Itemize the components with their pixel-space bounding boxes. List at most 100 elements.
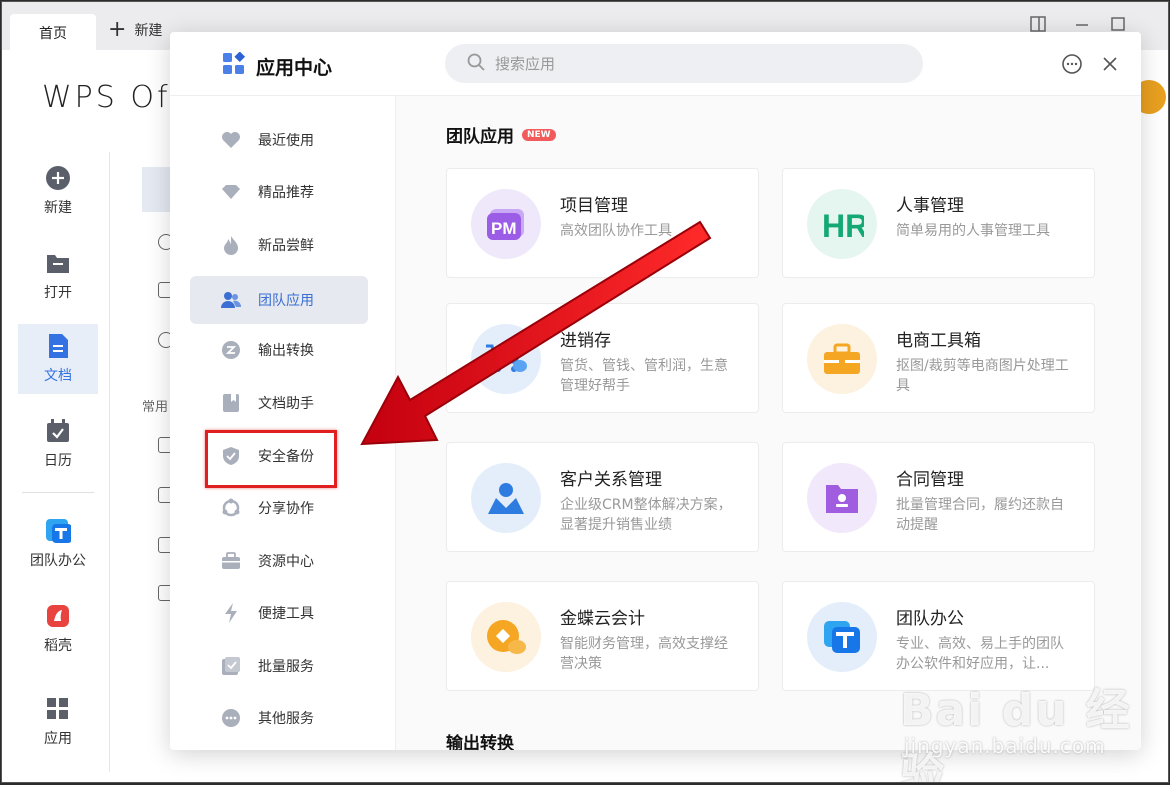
tab-new[interactable]: + 新建	[108, 17, 163, 42]
search-input[interactable]	[495, 54, 895, 73]
flame-icon	[220, 234, 242, 256]
app-name: 客户关系管理	[560, 470, 662, 490]
sidebar-item-label: 资源中心	[258, 554, 314, 570]
sidebar-item-label: 分享协作	[258, 501, 314, 517]
plus-circle-icon	[45, 165, 71, 191]
docer-icon	[45, 603, 71, 629]
nav-item-label: 日历	[44, 453, 72, 469]
folder-icon	[45, 250, 71, 276]
app-card-inventory[interactable]: 进销存 管货、管钱、管利润，生意管理好帮手	[446, 303, 759, 413]
section-title-text: 输出转换	[446, 734, 514, 750]
toolbox-icon	[807, 324, 877, 394]
watermark-logo: Bai du 经验	[900, 685, 1132, 783]
sidebar-item-resources[interactable]: 资源中心	[190, 537, 368, 585]
briefcase-icon	[220, 550, 242, 572]
app-name: 团队办公	[896, 609, 964, 629]
sidebar-item-share[interactable]: 分享协作	[190, 484, 368, 532]
nav-item-calendar[interactable]: 日历	[18, 409, 98, 479]
more-icon	[220, 707, 242, 729]
sidebar-item-batch[interactable]: 批量服务	[190, 642, 368, 690]
crm-icon	[471, 463, 541, 533]
app-card-crm[interactable]: 客户关系管理 企业级CRM整体解决方案，显著提升销售业绩	[446, 442, 759, 552]
app-name: 电商工具箱	[896, 331, 981, 351]
plus-icon: +	[108, 17, 127, 42]
sidebar-item-new-products[interactable]: 新品尝鲜	[190, 221, 368, 269]
nav-item-docer[interactable]: 稻壳	[18, 594, 98, 664]
sidebar-item-team-apps[interactable]: 团队应用	[190, 276, 368, 324]
nav-item-label: 文档	[44, 368, 72, 384]
sidebar-item-label: 便捷工具	[258, 606, 314, 622]
left-nav: 新建 打开 文档 日历 团队办公 稻壳 应用	[2, 152, 110, 772]
dialog-header: 应用中心	[170, 32, 1141, 96]
app-desc: 抠图/裁剪等电商图片处理工具	[896, 358, 1069, 394]
app-card-contract[interactable]: 合同管理 批量管理合同，履约还款自动提醒	[782, 442, 1095, 552]
doc-sub-nav: 常用	[110, 152, 174, 772]
nav-item-apps[interactable]: 应用	[18, 687, 98, 757]
app-desc: 管货、管钱、管利润，生意管理好帮手	[560, 358, 728, 394]
app-desc: 智能财务管理，高效支撑经营决策	[560, 636, 728, 672]
lightning-icon	[220, 602, 242, 624]
wps-window: 首页 + 新建 WPS Off 新建 打开 文档 日历 团队办公 稻壳 应用 常…	[1, 1, 1169, 783]
apps-grid-icon	[45, 696, 71, 722]
sidebar-item-other[interactable]: 其他服务	[190, 694, 368, 742]
section-convert: 输出转换	[446, 729, 514, 750]
new-badge: NEW	[522, 128, 556, 141]
sidebar-item-label: 精品推荐	[258, 185, 314, 201]
app-center-icon	[222, 51, 246, 81]
sidebar-item-doc-helper[interactable]: 文档助手	[190, 379, 368, 427]
app-desc: 简单易用的人事管理工具	[896, 223, 1050, 239]
pm-icon: PM	[471, 189, 541, 259]
sidebar-item-featured[interactable]: 精品推荐	[190, 168, 368, 216]
contract-icon	[807, 463, 877, 533]
svg-text:PM: PM	[491, 219, 517, 238]
app-card-kingdee[interactable]: 金蝶云会计 智能财务管理，高效支撑经营决策	[446, 581, 759, 691]
nav-divider	[22, 492, 94, 493]
nav-item-open[interactable]: 打开	[18, 241, 98, 311]
app-card-project[interactable]: PM 项目管理 高效团队协作工具	[446, 168, 759, 278]
heart-icon	[220, 129, 242, 151]
feedback-icon[interactable]	[1060, 52, 1084, 76]
sidebar-item-convert[interactable]: 输出转换	[190, 326, 368, 374]
convert-icon	[220, 339, 242, 361]
sidebar-item-recent[interactable]: 最近使用	[190, 116, 368, 164]
close-icon[interactable]	[1098, 52, 1122, 76]
highlight-box	[205, 430, 337, 488]
app-desc: 高效团队协作工具	[560, 223, 672, 239]
tab-new-label: 新建	[134, 23, 163, 39]
watermark-url: jingyan.baidu.com	[904, 734, 1106, 758]
app-name: 进销存	[560, 331, 611, 351]
app-desc: 专业、高效、易上手的团队办公软件和好应用，让...	[896, 636, 1064, 672]
app-name: 合同管理	[896, 470, 964, 490]
sidebar-item-label: 最近使用	[258, 133, 314, 149]
tab-home[interactable]: 首页	[10, 14, 96, 51]
team-icon	[220, 289, 242, 311]
app-card-ecommerce-toolbox[interactable]: 电商工具箱 抠图/裁剪等电商图片处理工具	[782, 303, 1095, 413]
nav-item-docs[interactable]: 文档	[18, 324, 98, 394]
sidebar-item-tools[interactable]: 便捷工具	[190, 589, 368, 637]
app-card-hr[interactable]: HR 人事管理 简单易用的人事管理工具	[782, 168, 1095, 278]
share-icon	[220, 497, 242, 519]
dialog-title-text: 应用中心	[256, 57, 333, 79]
hr-icon: HR	[807, 189, 877, 259]
inventory-icon	[471, 324, 541, 394]
nav-item-label: 稻壳	[44, 638, 72, 654]
sidebar-item-label: 其他服务	[258, 711, 314, 727]
sidebar-item-label: 批量服务	[258, 659, 314, 675]
wps-logo: WPS Off	[42, 80, 185, 115]
nav-item-team-office[interactable]: 团队办公	[18, 509, 98, 579]
tab-home-label: 首页	[39, 25, 67, 42]
frequent-label: 常用	[142, 400, 169, 415]
search-bar[interactable]	[445, 44, 923, 83]
sidebar-item-label: 新品尝鲜	[258, 238, 314, 254]
sub-nav-recent[interactable]	[142, 167, 172, 212]
kingdee-icon	[471, 602, 541, 672]
nav-item-label: 打开	[44, 285, 72, 301]
app-name: 项目管理	[560, 196, 628, 216]
nav-item-new[interactable]: 新建	[18, 156, 98, 226]
sidebar-item-label: 文档助手	[258, 396, 314, 412]
nav-item-label: 新建	[44, 200, 72, 216]
diamond-icon	[220, 181, 242, 203]
app-list: 团队应用 NEW PM 项目管理 高效团队协作工具 HR 人事管理 简单易用的人…	[396, 96, 1141, 750]
svg-text:HR: HR	[822, 208, 864, 241]
document-icon	[45, 333, 71, 359]
